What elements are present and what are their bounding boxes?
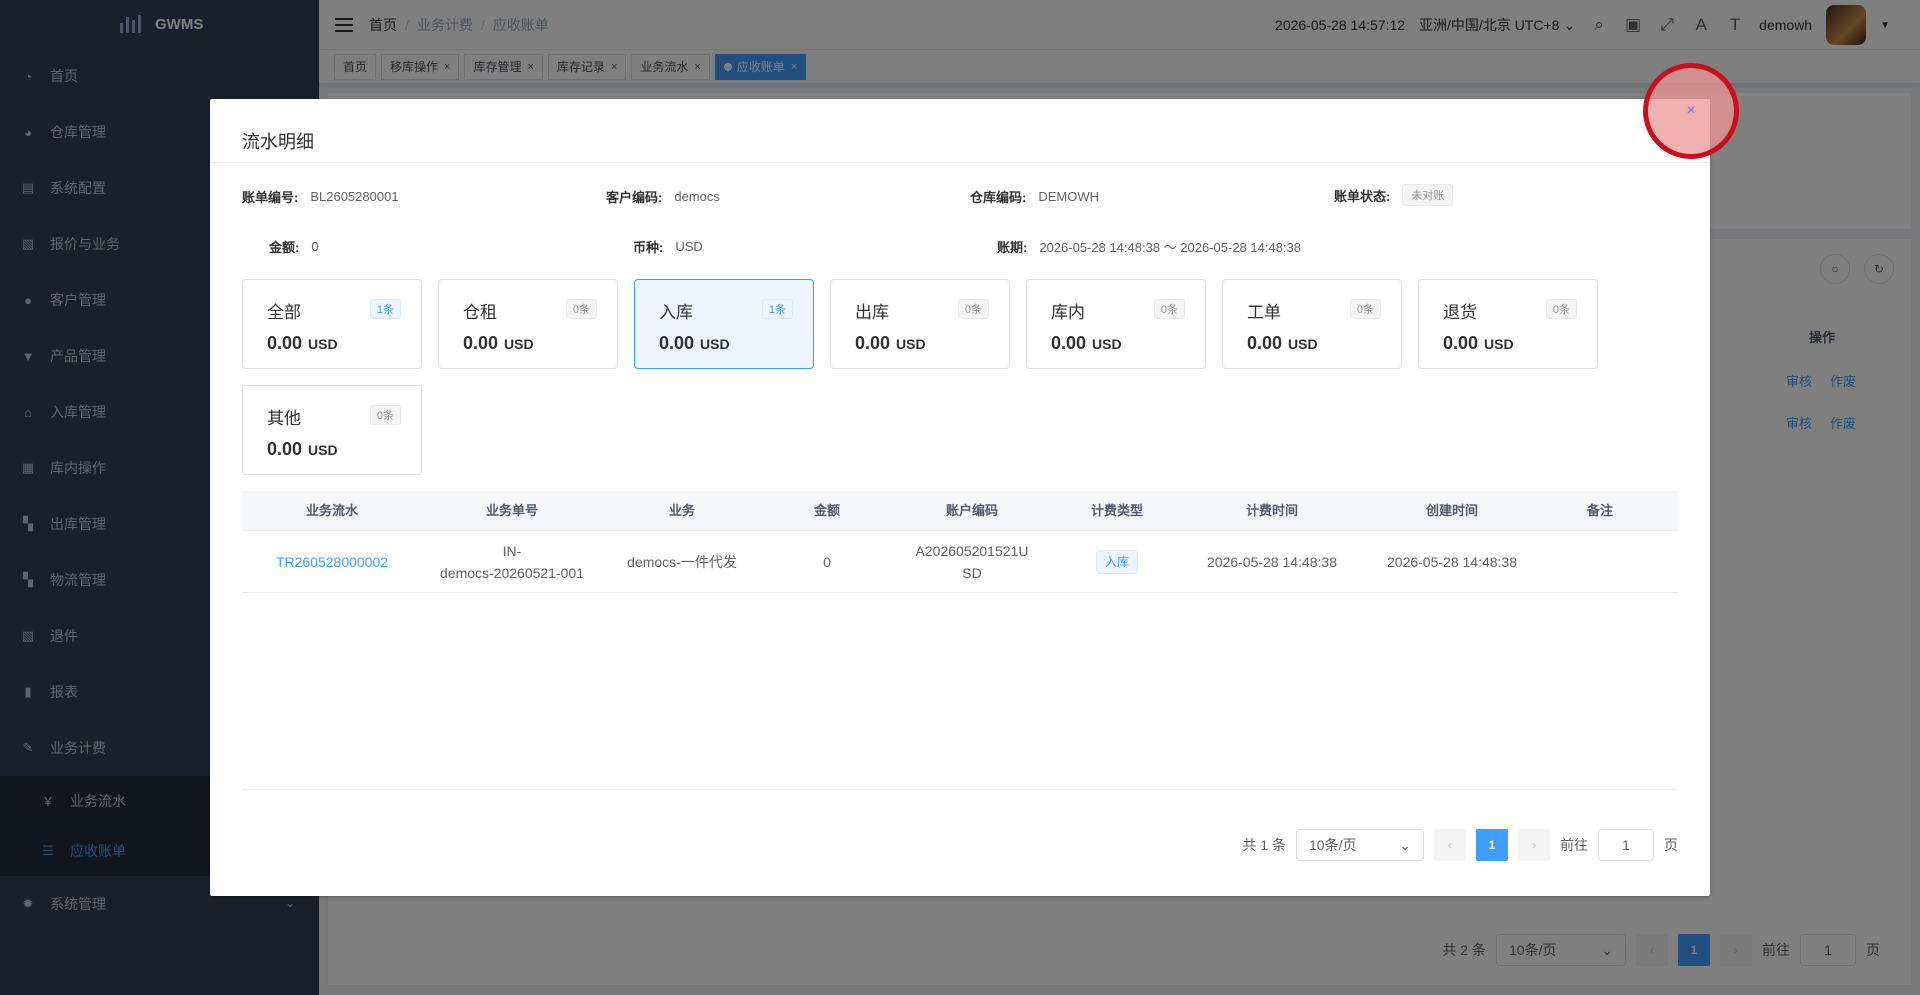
prev-page-button[interactable]: ‹ — [1434, 829, 1466, 861]
count-badge: 0条 — [957, 299, 989, 319]
category-card-all[interactable]: 全部 1条 0.00 USD — [242, 279, 422, 369]
bill-number-field: 账单编号: BL2605280001 — [242, 189, 399, 205]
column-header: 备注 — [1586, 502, 1613, 518]
table-header: 业务流水 业务单号 业务 金额 账户编码 计费类型 计费时间 创建时间 备注 — [242, 491, 1678, 531]
amount-field: 金额: 0 — [269, 239, 319, 255]
warehouse-code-field: 仓库编码: DEMOWH — [970, 189, 1100, 205]
category-card-inventory[interactable]: 库内 0条 0.00 USD — [1026, 279, 1206, 369]
goto-label: 前往 — [1560, 837, 1588, 853]
category-card-other[interactable]: 其他 0条 0.00 USD — [242, 385, 422, 475]
currency-field: 币种: USD — [633, 239, 703, 255]
category-card-rent[interactable]: 仓租 0条 0.00 USD — [438, 279, 618, 369]
count-badge: 0条 — [369, 405, 401, 425]
count-badge: 0条 — [1153, 299, 1185, 319]
bill-status-field: 账单状态: 未对账 — [1334, 184, 1454, 206]
page-size-select[interactable]: 10条/页⌄ — [1296, 829, 1424, 861]
chevron-down-icon: ⌄ — [1399, 836, 1411, 853]
divider — [242, 789, 1678, 790]
category-card-returns[interactable]: 退货 0条 0.00 USD — [1418, 279, 1598, 369]
count-badge: 1条 — [761, 299, 793, 319]
order-number-cell: IN-democs-20260521-001 — [440, 542, 584, 581]
status-badge: 未对账 — [1402, 184, 1454, 206]
account-code-cell: A202605201521U SD — [915, 542, 1029, 581]
goto-page-input[interactable]: 1 — [1598, 829, 1654, 861]
total-count: 共 1 条 — [1242, 837, 1286, 853]
count-badge: 0条 — [565, 299, 597, 319]
close-icon: × — [1686, 102, 1696, 119]
flow-detail-dialog: 流水明细 账单编号: BL2605280001 客户编码: democs 仓库编码:… — [210, 99, 1710, 896]
column-header: 计费时间 — [1245, 502, 1298, 518]
column-header: 金额 — [813, 502, 840, 518]
dialog-pagination: 共 1 条 10条/页 ⌄ ‹ 1 › 前往 1 页 — [1242, 829, 1678, 861]
column-header: 账户编码 — [945, 502, 998, 518]
column-header: 业务单号 — [485, 502, 538, 518]
amount-cell: 0 — [823, 553, 831, 570]
customer-code-field: 客户编码: democs — [606, 189, 720, 205]
billing-period-field: 账期: 2026-05-28 14:48:38 ～ 2026-05-28 14:4… — [997, 240, 1301, 255]
flow-number-link[interactable]: TR260528000002 — [276, 554, 388, 570]
page-unit-label: 页 — [1664, 837, 1678, 853]
business-cell: democs-一件代发 — [627, 553, 737, 570]
dialog-close-button[interactable]: × — [1643, 63, 1739, 159]
created-time-cell: 2026-05-28 14:48:38 — [1387, 553, 1517, 570]
category-card-outbound[interactable]: 出库 0条 0.00 USD — [830, 279, 1010, 369]
table-row: TR260528000002 IN-democs-20260521-001 de… — [242, 531, 1678, 593]
column-header: 计费类型 — [1090, 502, 1143, 518]
column-header: 业务流水 — [305, 502, 358, 518]
category-card-workorder[interactable]: 工单 0条 0.00 USD — [1222, 279, 1402, 369]
page-number-button[interactable]: 1 — [1476, 829, 1508, 861]
dialog-title: 流水明细 — [242, 132, 314, 152]
count-badge: 1条 — [369, 299, 401, 319]
fee-type-tag: 入库 — [1095, 549, 1138, 574]
category-card-inbound[interactable]: 入库 1条 0.00 USD — [634, 279, 814, 369]
fee-time-cell: 2026-05-28 14:48:38 — [1207, 553, 1337, 570]
dialog-header: 流水明细 — [210, 99, 1710, 163]
count-badge: 0条 — [1349, 299, 1381, 319]
column-header: 业务 — [668, 502, 695, 518]
flow-table: 业务流水 业务单号 业务 金额 账户编码 计费类型 计费时间 创建时间 备注 T… — [242, 491, 1678, 593]
column-header: 创建时间 — [1425, 502, 1478, 518]
count-badge: 0条 — [1545, 299, 1577, 319]
next-page-button[interactable]: › — [1518, 829, 1550, 861]
